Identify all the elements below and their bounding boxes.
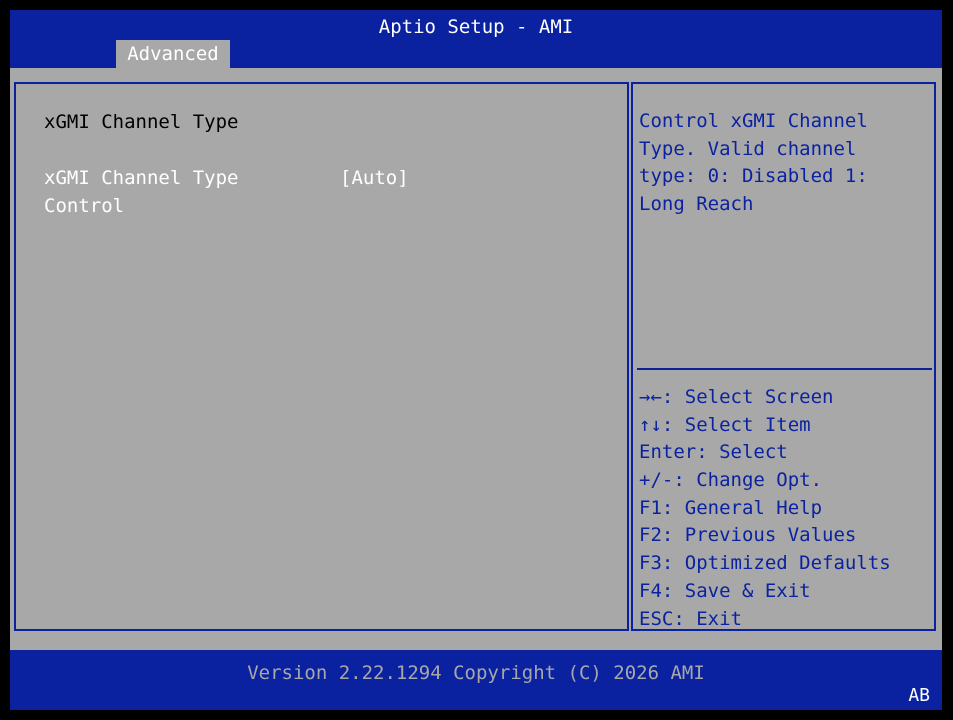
key-hint-optimized-defaults: F3: Optimized Defaults [639,552,891,575]
help-panel: Control xGMI Channel Type. Valid channel… [631,82,936,631]
key-hint-exit: ESC: Exit [639,607,742,630]
setting-xgmi-channel-type-control[interactable]: xGMI Channel Type Control [Auto] [44,164,604,220]
key-hint-change-opt: +/-: Change Opt. [639,469,823,492]
version-text: Version 2.22.1294 Copyright (C) 2026 AMI [247,662,705,684]
key-hint-enter: Enter: Select [639,441,788,464]
bios-screen: Aptio Setup - AMI Advanced xGMI Channel … [10,10,942,710]
key-hint-select-item: ↑↓: Select Item [639,413,811,436]
help-description: Control xGMI Channel Type. Valid channel… [639,110,868,215]
key-hint-save-exit: F4: Save & Exit [639,579,811,602]
setting-label: xGMI Channel Type Control [44,167,250,217]
header-bar: Aptio Setup - AMI Advanced [10,10,942,68]
key-hint-general-help: F1: General Help [639,496,823,519]
key-hint-select-screen: →←: Select Screen [639,386,834,408]
app-title: Aptio Setup - AMI [378,16,574,38]
section-title: xGMI Channel Type [44,111,239,133]
key-legend: →←: Select Screen ↑↓: Select Item Enter:… [639,384,929,633]
setting-value[interactable]: [Auto] [340,164,409,192]
footer-bar: Version 2.22.1294 Copyright (C) 2026 AMI… [10,650,942,710]
corner-label: AB [908,685,930,706]
key-hint-previous-values: F2: Previous Values [639,524,857,547]
help-divider [637,368,932,370]
settings-panel: xGMI Channel Type xGMI Channel Type Cont… [14,82,629,631]
tab-advanced[interactable]: Advanced [116,40,230,68]
